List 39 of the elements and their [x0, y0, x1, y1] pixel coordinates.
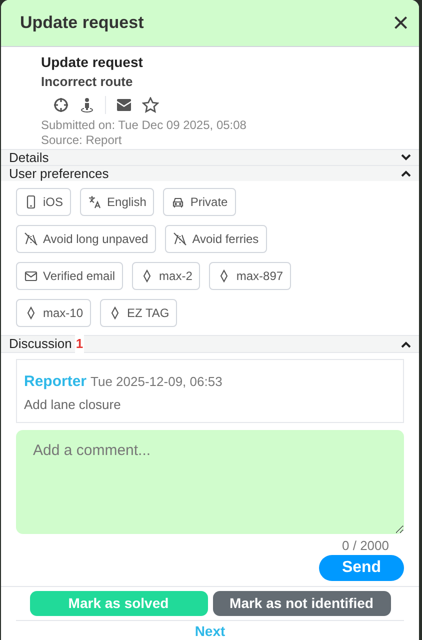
- request-title: Update request: [41, 53, 144, 72]
- section-header[interactable]: Details: [1, 149, 419, 165]
- mark-not-identified-button[interactable]: Mark as not identified: [212, 591, 390, 616]
- count-badge: 1: [74, 334, 84, 354]
- comment-author: Reporter: [24, 372, 87, 392]
- preference-chip: Private: [163, 188, 236, 216]
- preference-chip: English: [80, 188, 154, 216]
- section-title: Discussion: [9, 335, 72, 354]
- preference-chip: Verified email: [16, 262, 124, 290]
- preference-chip: iOS: [16, 188, 72, 216]
- car-icon: [171, 195, 186, 209]
- source-text: Source: Report: [41, 133, 123, 148]
- section-title: Details: [9, 148, 49, 167]
- submitted-date: Submitted on: Tue Dec 09 2025, 05:08: [41, 118, 248, 133]
- preference-chip: max-2: [132, 262, 200, 290]
- section-title: User preferences: [9, 164, 109, 183]
- envelope-icon: [24, 269, 38, 283]
- window-title: Update request: [20, 12, 144, 34]
- section-header[interactable]: User preferences: [1, 165, 419, 181]
- crossed-road-icon: [24, 232, 38, 246]
- comment-time: Tue 2025-12-09, 06:53: [90, 373, 222, 391]
- person-pin-icon[interactable]: [79, 97, 95, 113]
- crosshair-icon[interactable]: [53, 97, 69, 113]
- preference-chip: max-897: [209, 262, 292, 290]
- section-header[interactable]: Discussion 1: [1, 335, 419, 353]
- preference-chip: EZ TAG: [100, 299, 178, 327]
- phone-icon: [24, 195, 38, 209]
- envelope-icon[interactable]: [116, 98, 132, 112]
- close-button[interactable]: ×: [388, 9, 413, 37]
- comment-text: Add lane closure: [24, 396, 122, 414]
- preference-chip: Avoid long unpaved: [16, 225, 156, 253]
- translate-icon: [88, 195, 102, 209]
- request-subtitle: Incorrect route: [41, 73, 134, 91]
- preference-chip: Avoid ferries: [165, 225, 267, 253]
- star-icon[interactable]: [142, 97, 159, 113]
- crossed-road-icon: [173, 232, 188, 246]
- comment-field[interactable]: Add a comment...: [16, 430, 404, 534]
- character-counter: 0 / 2000: [342, 538, 389, 554]
- preference-chip: max-10: [16, 299, 92, 327]
